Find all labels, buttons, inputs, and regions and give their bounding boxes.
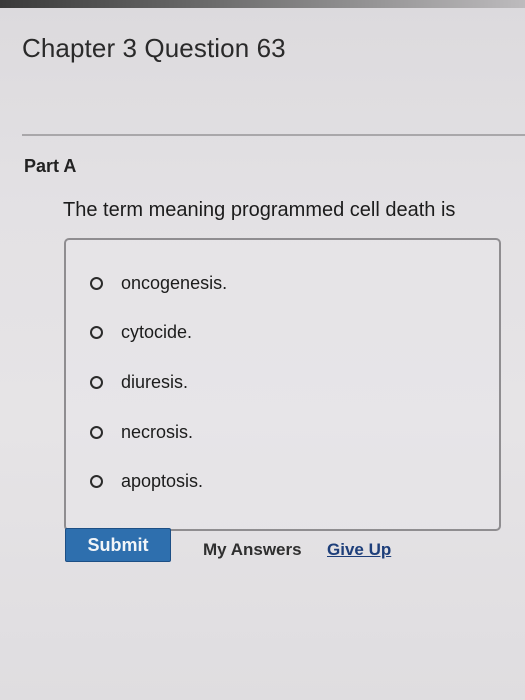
option-oncogenesis[interactable]: oncogenesis. [90,271,227,295]
answer-options-box: oncogenesis. cytocide. diuresis. necrosi… [64,238,501,531]
radio-button[interactable] [90,425,103,439]
page-title: Chapter 3 Question 63 [22,33,286,63]
question-text: The term meaning programmed cell death i… [63,199,456,221]
radio-button[interactable] [90,276,103,290]
give-up-link[interactable]: Give Up [327,540,391,560]
option-label: diuresis. [121,371,189,392]
section-divider [22,134,525,136]
option-apoptosis[interactable]: apoptosis. [90,469,203,493]
my-answers-label: My Answers [203,540,302,559]
radio-button[interactable] [90,325,103,339]
radio-button[interactable] [90,375,103,389]
option-cytocide[interactable]: cytocide. [90,320,192,344]
option-necrosis[interactable]: necrosis. [90,420,193,444]
screen-top-edge [0,0,525,8]
option-label: necrosis. [121,421,194,442]
submit-button[interactable]: Submit [65,528,171,562]
option-diuresis[interactable]: diuresis. [90,370,188,394]
option-label: oncogenesis. [121,272,228,293]
option-label: cytocide. [121,321,193,342]
option-label: apoptosis. [121,470,204,491]
radio-button[interactable] [90,474,103,488]
part-label: Part A [24,156,77,176]
